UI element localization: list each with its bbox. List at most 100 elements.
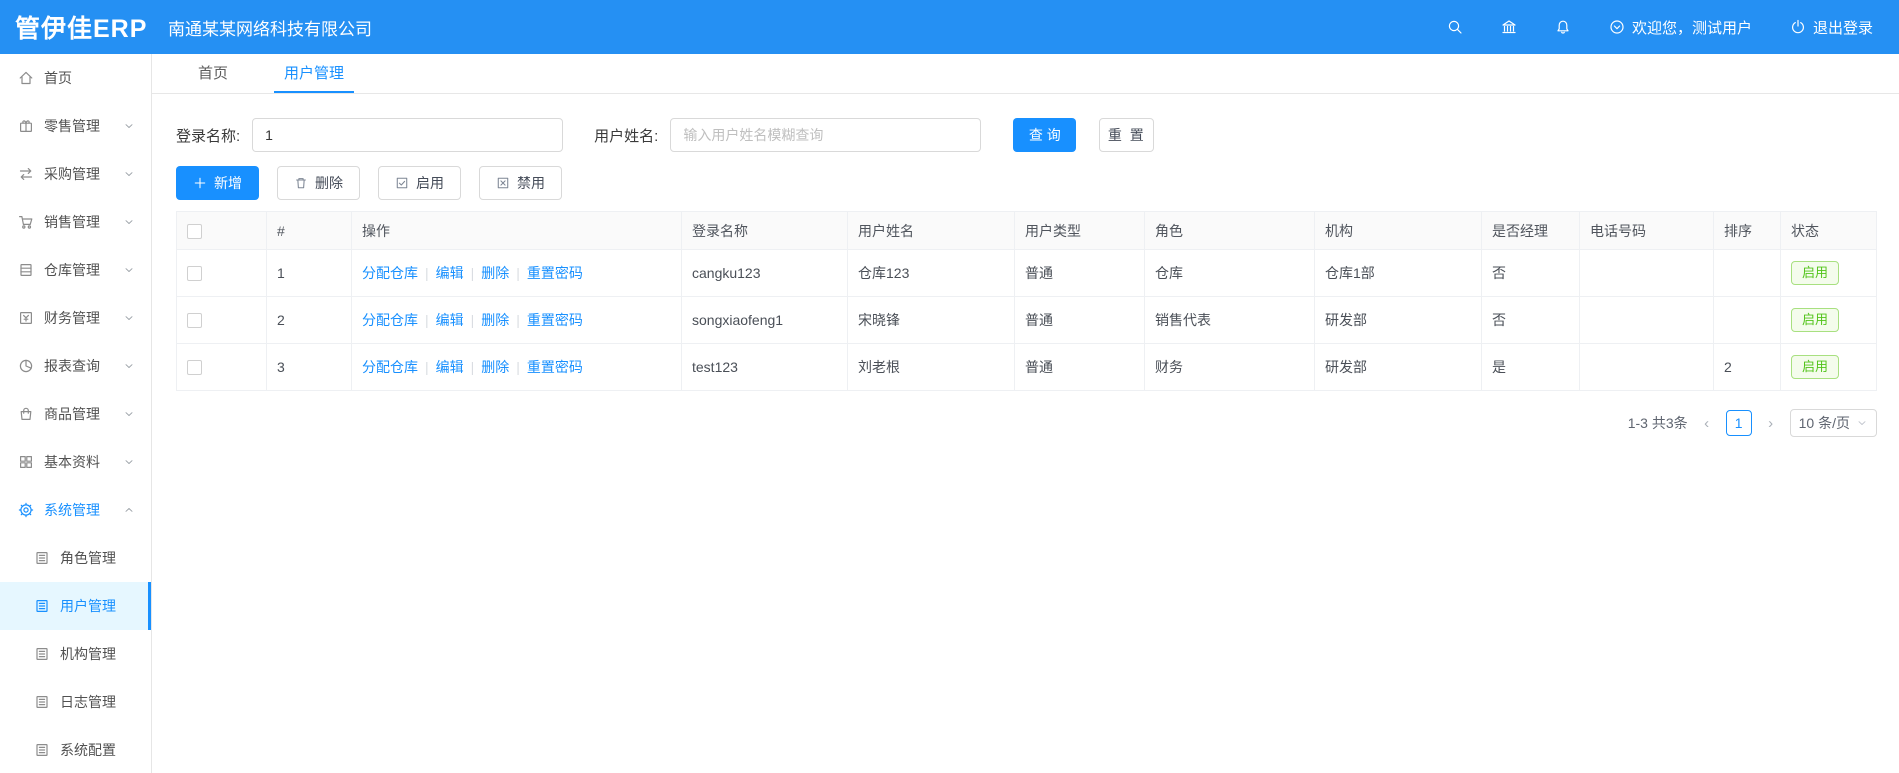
doc-icon (34, 742, 50, 758)
row-action-编辑[interactable]: 编辑 (436, 265, 464, 281)
sidebar-item-label: 角色管理 (60, 550, 116, 566)
enable-button[interactable]: 启用 (378, 166, 461, 200)
row-action-编辑[interactable]: 编辑 (436, 359, 464, 375)
sidebar-item-系统管理[interactable]: 系统管理 (0, 486, 151, 534)
sidebar-item-采购管理[interactable]: 采购管理 (0, 150, 151, 198)
tab-用户管理[interactable]: 用户管理 (274, 54, 355, 93)
reset-button[interactable]: 重 置 (1099, 118, 1155, 152)
prev-page-button[interactable]: ‹ (1700, 415, 1714, 432)
doc-icon (34, 646, 50, 662)
row-checkbox[interactable] (187, 360, 202, 376)
cell-status: 启用 (1780, 249, 1877, 297)
welcome-text: 欢迎您，测试用户 (1631, 19, 1752, 37)
circle-chevron-down-icon (1609, 19, 1625, 35)
sidebar-item-label: 系统管理 (44, 502, 100, 518)
row-action-删除[interactable]: 删除 (481, 312, 509, 328)
cell-org: 研发部 (1314, 343, 1482, 391)
cell-login: songxiaofeng1 (681, 296, 848, 344)
delete-button[interactable]: 删除 (277, 166, 360, 200)
sidebar-item-label: 日志管理 (60, 694, 116, 710)
cell-type: 普通 (1014, 343, 1145, 391)
current-page-button[interactable]: 1 (1725, 410, 1752, 436)
row-action-编辑[interactable]: 编辑 (436, 312, 464, 328)
next-page-button[interactable]: › (1764, 415, 1778, 432)
add-button-label: 新增 (214, 175, 242, 191)
sidebar-item-商品管理[interactable]: 商品管理 (0, 390, 151, 438)
table-row: 1 分配仓库 | 编辑 | 删除 | 重置密码 cangku123 仓库123 普通 仓库 仓库1部否 启… (176, 249, 1877, 297)
cell-actions: 分配仓库 | 编辑 | 删除 | 重置密码 (351, 249, 682, 297)
chevron-down-icon (1856, 417, 1868, 429)
sidebar-item-基本资料[interactable]: 基本资料 (0, 438, 151, 486)
user-menu[interactable]: 欢迎您，测试用户 (1609, 17, 1752, 38)
sidebar-item-日志管理[interactable]: 日志管理 (0, 678, 151, 726)
logout-button[interactable]: 退出登录 (1790, 17, 1873, 38)
doc-icon (34, 598, 50, 614)
row-action-分配仓库[interactable]: 分配仓库 (362, 359, 418, 375)
swap-icon (18, 166, 34, 182)
login-name-label: 登录名称: (176, 127, 241, 145)
sidebar-item-系统配置[interactable]: 系统配置 (0, 726, 151, 773)
cell-index: 1 (266, 249, 352, 297)
cell-phone (1579, 249, 1714, 297)
disable-button[interactable]: 禁用 (479, 166, 562, 200)
row-action-分配仓库[interactable]: 分配仓库 (362, 312, 418, 328)
row-checkbox[interactable] (187, 266, 202, 282)
status-badge: 启用 (1791, 308, 1840, 332)
user-table: # 操作 登录名称 用户姓名 用户类型 角色 机构 是否经理 电话号码 排序 状态 1 分配仓库 | 编辑… (176, 211, 1877, 391)
chevron-down-icon (123, 360, 135, 372)
sidebar-item-label: 零售管理 (44, 118, 100, 134)
sidebar-item-角色管理[interactable]: 角色管理 (0, 534, 151, 582)
user-name-label: 用户姓名: (594, 127, 659, 145)
sidebar-item-label: 销售管理 (44, 214, 100, 230)
select-all-checkbox[interactable] (187, 223, 202, 239)
table-row: 2 分配仓库 | 编辑 | 删除 | 重置密码 songxiaofeng1 宋晓锋 普通 销售代表 研发… (176, 296, 1877, 344)
column-header-操作: 操作 (351, 211, 682, 250)
sidebar-item-首页[interactable]: 首页 (0, 54, 151, 102)
page-size-select[interactable]: 10 条/页 (1789, 409, 1877, 437)
doc-icon (34, 694, 50, 710)
add-button[interactable]: 新增 (176, 166, 259, 200)
query-button[interactable]: 查 询 (1013, 118, 1077, 152)
app-logo: 管伊佳ERP (15, 15, 148, 43)
row-action-删除[interactable]: 删除 (481, 265, 509, 281)
sidebar-item-财务管理[interactable]: 财务管理 (0, 294, 151, 342)
bag-icon (18, 406, 34, 422)
disable-button-label: 禁用 (517, 175, 545, 191)
sidebar-item-label: 系统配置 (60, 742, 116, 758)
sidebar-item-报表查询[interactable]: 报表查询 (0, 342, 151, 390)
sidebar-item-机构管理[interactable]: 机构管理 (0, 630, 151, 678)
bank-icon[interactable] (1501, 19, 1517, 35)
row-action-删除[interactable]: 删除 (481, 359, 509, 375)
tab-首页[interactable]: 首页 (188, 54, 238, 93)
sidebar-item-零售管理[interactable]: 零售管理 (0, 102, 151, 150)
cell-login: test123 (681, 343, 848, 391)
chevron-down-icon (123, 408, 135, 420)
table-toolbar: 新增 删除 启用 禁用 (176, 166, 1877, 200)
header-actions: 欢迎您，测试用户 退出登录 (1447, 17, 1899, 38)
sidebar-item-用户管理[interactable]: 用户管理 (0, 582, 151, 630)
delete-button-label: 删除 (315, 175, 343, 191)
bell-icon[interactable] (1555, 19, 1571, 35)
sidebar-item-label: 基本资料 (44, 454, 100, 470)
login-name-input[interactable] (252, 118, 564, 152)
row-action-重置密码[interactable]: 重置密码 (527, 265, 583, 281)
row-action-重置密码[interactable]: 重置密码 (527, 359, 583, 375)
server-icon (18, 262, 34, 278)
row-checkbox[interactable] (187, 313, 202, 329)
sidebar-item-仓库管理[interactable]: 仓库管理 (0, 246, 151, 294)
cell-sort (1713, 249, 1781, 297)
tab-bar: 首页 用户管理 (152, 54, 1899, 94)
logout-label: 退出登录 (1812, 19, 1873, 37)
cell-manager: 否 (1481, 296, 1580, 344)
row-action-分配仓库[interactable]: 分配仓库 (362, 265, 418, 281)
cell-role: 财务 (1144, 343, 1315, 391)
cell-phone (1579, 296, 1714, 344)
user-name-input[interactable] (670, 118, 982, 152)
column-header-电话号码: 电话号码 (1579, 211, 1714, 250)
search-icon[interactable] (1447, 19, 1463, 35)
row-action-重置密码[interactable]: 重置密码 (527, 312, 583, 328)
company-name: 南通某某网络科技有限公司 (168, 19, 372, 39)
sidebar-item-label: 用户管理 (60, 598, 116, 614)
search-form: 登录名称: 用户姓名: 查 询 重 置 (176, 118, 1877, 152)
sidebar-item-销售管理[interactable]: 销售管理 (0, 198, 151, 246)
